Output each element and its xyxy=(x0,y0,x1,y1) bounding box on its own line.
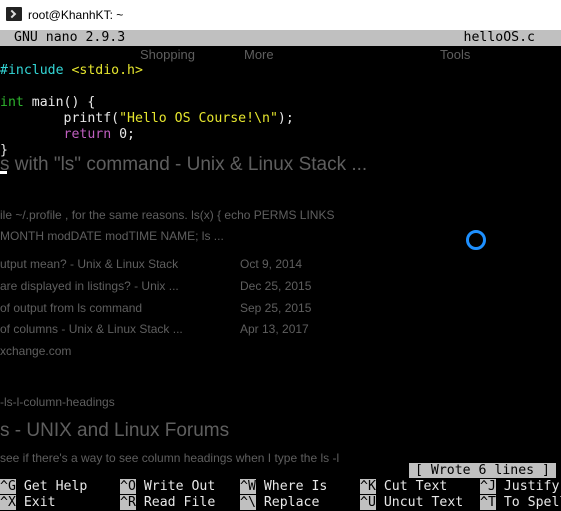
terminal-icon xyxy=(6,7,22,21)
include-header: <stdio.h> xyxy=(71,63,143,78)
shortcut-uncut-text[interactable]: ^U Uncut Text xyxy=(360,495,463,511)
window-title: root@KhanhKT: ~ xyxy=(28,8,124,22)
shortcut-label: Uncut Text xyxy=(383,495,464,510)
shortcut-label: To Spell xyxy=(503,495,561,510)
printf-call: printf( xyxy=(0,111,120,126)
shortcut-get-help[interactable]: ^G Get Help xyxy=(0,479,87,495)
function-signature: main() { xyxy=(23,95,96,110)
shortcut-label: Write Out xyxy=(143,479,216,494)
shortcut-justify[interactable]: ^J Justify xyxy=(480,479,559,495)
shortcut-exit[interactable]: ^X Exit xyxy=(0,495,56,511)
shortcut-label: Justify xyxy=(503,479,560,494)
shortcut-where-is[interactable]: ^W Where Is xyxy=(240,479,327,495)
shortcut-key: ^O xyxy=(120,479,136,494)
window-title-bar[interactable]: root@KhanhKT: ~ xyxy=(0,0,561,30)
status-message: [ Wrote 6 lines ] xyxy=(409,463,556,478)
include-directive: #include xyxy=(0,63,64,78)
text-cursor xyxy=(0,171,7,174)
shortcut-key: ^W xyxy=(240,479,256,494)
shortcut-key: ^K xyxy=(360,479,376,494)
shortcut-cut-text[interactable]: ^K Cut Text xyxy=(360,479,447,495)
nano-editor[interactable]: GNU nano 2.9.3 helloOS.c #include <stdio… xyxy=(0,30,561,510)
return-value: 0; xyxy=(111,127,135,142)
code-line[interactable]: return 0; xyxy=(0,127,135,143)
shortcut-key: ^T xyxy=(480,495,496,510)
shortcut-to-spell[interactable]: ^T To Spell xyxy=(480,495,561,511)
nano-filename: helloOS.c xyxy=(463,30,535,45)
shortcut-key: ^J xyxy=(480,479,496,494)
shortcut-write-out[interactable]: ^O Write Out xyxy=(120,479,215,495)
shortcut-label: Cut Text xyxy=(383,479,448,494)
shortcut-key: ^R xyxy=(120,495,136,510)
return-keyword: return xyxy=(63,127,112,142)
shortcut-key: ^\ xyxy=(240,495,256,510)
shortcut-label: Exit xyxy=(23,495,56,510)
code-line[interactable]: } xyxy=(0,143,8,159)
type-keyword: int xyxy=(0,95,24,110)
shortcut-read-file[interactable]: ^R Read File xyxy=(120,495,215,511)
loading-spinner-icon xyxy=(466,230,486,250)
code-line[interactable]: int main() { xyxy=(0,95,95,111)
closing-brace: } xyxy=(0,143,8,158)
shortcut-label: Replace xyxy=(263,495,320,510)
shortcut-key: ^G xyxy=(0,479,16,494)
shortcut-label: Get Help xyxy=(23,479,88,494)
shortcut-key: ^X xyxy=(0,495,16,510)
string-literal: "Hello OS Course!\n" xyxy=(119,111,278,126)
nano-header-bar: GNU nano 2.9.3 helloOS.c xyxy=(0,30,561,46)
shortcut-label: Read File xyxy=(143,495,216,510)
shortcut-key: ^U xyxy=(360,495,376,510)
shortcut-label: Where Is xyxy=(263,479,328,494)
statement-end: ); xyxy=(277,111,294,126)
nano-version: GNU nano 2.9.3 xyxy=(14,30,126,45)
shortcut-replace[interactable]: ^\ Replace xyxy=(240,495,319,511)
code-line[interactable]: #include <stdio.h> xyxy=(0,63,143,79)
code-line[interactable]: printf("Hello OS Course!\n"); xyxy=(0,111,294,127)
